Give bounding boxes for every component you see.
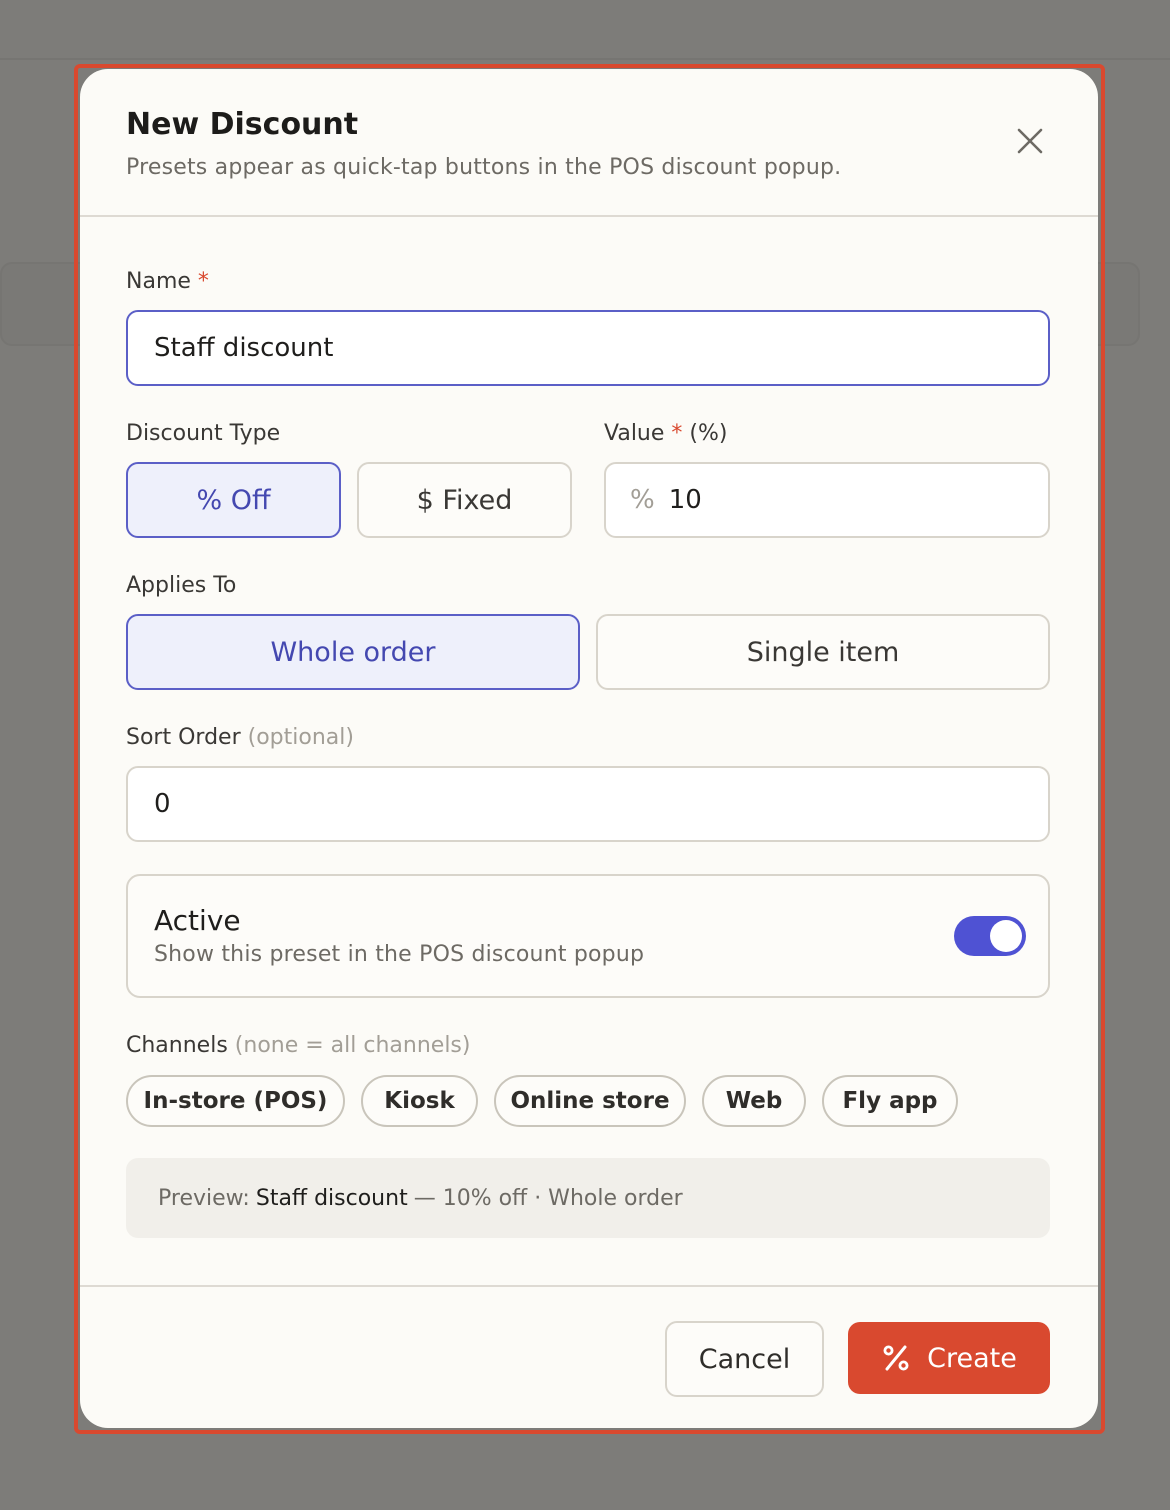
- sort-order-input[interactable]: 0: [126, 766, 1050, 842]
- channel-chip-in-store[interactable]: In-store (POS): [126, 1075, 345, 1127]
- applies-to-single-item-label: Single item: [746, 636, 900, 668]
- modal-footer: Cancel Create: [80, 1285, 1098, 1428]
- discount-type-fixed-label: $ Fixed: [416, 484, 513, 516]
- cancel-button-label: Cancel: [698, 1343, 791, 1375]
- discount-type-label: Discount Type: [126, 421, 281, 446]
- sort-order-input-value: 0: [154, 789, 171, 819]
- active-toggle[interactable]: [954, 916, 1026, 956]
- name-input-value: Staff discount: [154, 333, 334, 363]
- applies-to-whole-order-label: Whole order: [270, 636, 436, 668]
- percent-icon: [883, 1345, 909, 1371]
- value-label-text: Value: [604, 421, 665, 446]
- value-unit: (%): [689, 421, 728, 446]
- modal-title: New Discount: [126, 107, 359, 142]
- active-title: Active: [154, 904, 241, 937]
- modal-header: New Discount Presets appear as quick-tap…: [80, 69, 1098, 217]
- value-input-value: 10: [668, 485, 702, 515]
- sort-order-label: Sort Order (optional): [126, 725, 354, 750]
- modal-subtitle: Presets appear as quick-tap buttons in t…: [126, 155, 842, 180]
- channels-hint: (none = all channels): [234, 1033, 471, 1058]
- value-required-mark: *: [671, 421, 683, 446]
- active-description: Show this preset in the POS discount pop…: [154, 942, 645, 967]
- background-divider: [0, 58, 1170, 60]
- new-discount-modal: New Discount Presets appear as quick-tap…: [80, 69, 1098, 1428]
- preview-prefix: Preview:: [158, 1185, 250, 1211]
- channel-chip-kiosk-label: Kiosk: [384, 1088, 455, 1114]
- discount-type-percent-off[interactable]: % Off: [126, 462, 341, 538]
- value-label: Value * (%): [604, 421, 728, 446]
- discount-preview: Preview: Staff discount — 10% off · Whol…: [126, 1158, 1050, 1238]
- name-required-mark: *: [197, 269, 209, 294]
- active-toggle-knob: [990, 920, 1022, 952]
- discount-type-percent-off-label: % Off: [196, 484, 271, 516]
- close-button[interactable]: [1010, 121, 1050, 161]
- preview-name: Staff discount: [255, 1185, 408, 1211]
- value-prefix: %: [630, 485, 655, 515]
- channel-chip-kiosk[interactable]: Kiosk: [361, 1075, 478, 1127]
- channel-chip-online-store[interactable]: Online store: [494, 1075, 686, 1127]
- sort-order-label-text: Sort Order: [126, 725, 241, 750]
- sort-order-hint: (optional): [247, 725, 354, 750]
- channels-label-text: Channels: [126, 1033, 228, 1058]
- channel-chip-web-label: Web: [725, 1088, 783, 1114]
- cancel-button[interactable]: Cancel: [665, 1321, 824, 1397]
- channel-chip-online-store-label: Online store: [510, 1088, 670, 1114]
- preview-detail: — 10% off · Whole order: [413, 1185, 683, 1211]
- active-setting-card: Active Show this preset in the POS disco…: [126, 874, 1050, 998]
- applies-to-single-item[interactable]: Single item: [596, 614, 1050, 690]
- channel-chip-web[interactable]: Web: [702, 1075, 806, 1127]
- channel-chip-fly-app-label: Fly app: [842, 1088, 938, 1114]
- create-button-label: Create: [927, 1342, 1017, 1374]
- close-icon: [1017, 128, 1043, 154]
- channel-chip-fly-app[interactable]: Fly app: [822, 1075, 958, 1127]
- name-input[interactable]: Staff discount: [126, 310, 1050, 386]
- name-label: Name *: [126, 269, 209, 294]
- name-label-text: Name: [126, 269, 191, 294]
- applies-to-whole-order[interactable]: Whole order: [126, 614, 580, 690]
- applies-to-label: Applies To: [126, 573, 237, 598]
- create-button[interactable]: Create: [848, 1322, 1050, 1394]
- value-input[interactable]: % 10: [604, 462, 1050, 538]
- channels-label: Channels (none = all channels): [126, 1033, 470, 1058]
- discount-type-fixed[interactable]: $ Fixed: [357, 462, 572, 538]
- channel-chip-in-store-label: In-store (POS): [143, 1088, 328, 1114]
